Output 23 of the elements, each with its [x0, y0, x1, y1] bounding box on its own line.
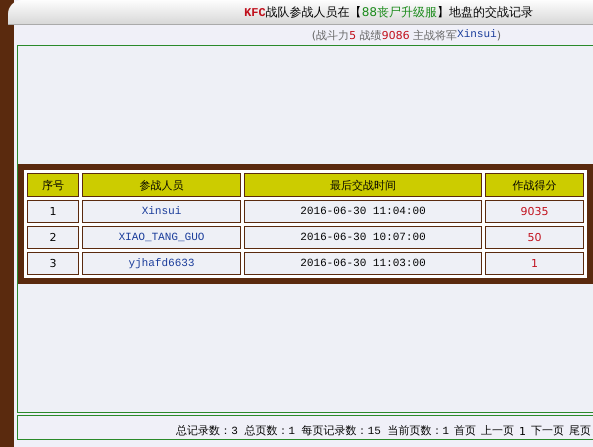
score-cell: 9035	[485, 200, 584, 223]
pager-link[interactable]: 上一页	[481, 423, 514, 438]
table-cell: 2	[27, 226, 79, 249]
score-cell: 50	[485, 226, 584, 249]
table-cell: 2016-06-30 11:03:00	[244, 252, 482, 275]
player-link[interactable]: Xinsui	[82, 200, 241, 223]
pager-link[interactable]: 下一页	[531, 423, 564, 438]
column-header: 最后交战时间	[244, 173, 482, 197]
player-link[interactable]: XIAO_TANG_GUO	[82, 226, 241, 249]
column-header: 参战人员	[82, 173, 241, 197]
table-cell: 2016-06-30 10:07:00	[244, 226, 482, 249]
pager-link[interactable]: 尾页	[569, 423, 591, 438]
score-cell: 1	[485, 252, 584, 275]
player-link[interactable]: yjhafd6633	[82, 252, 241, 275]
pager-link[interactable]: 1	[519, 425, 526, 438]
column-header: 序号	[27, 173, 79, 197]
table-cell: 1	[27, 200, 79, 223]
column-header: 作战得分	[485, 173, 584, 197]
pager-stats: 总记录数：3 总页数：1 每页记录数：15 当前页数：1	[176, 424, 449, 438]
table-cell: 2016-06-30 11:04:00	[244, 200, 482, 223]
pager-link[interactable]: 首页	[454, 423, 476, 438]
page-title: KFC战队参战人员在【88丧尸升级服】地盘的交战记录	[244, 4, 533, 20]
table-cell: 3	[27, 252, 79, 275]
